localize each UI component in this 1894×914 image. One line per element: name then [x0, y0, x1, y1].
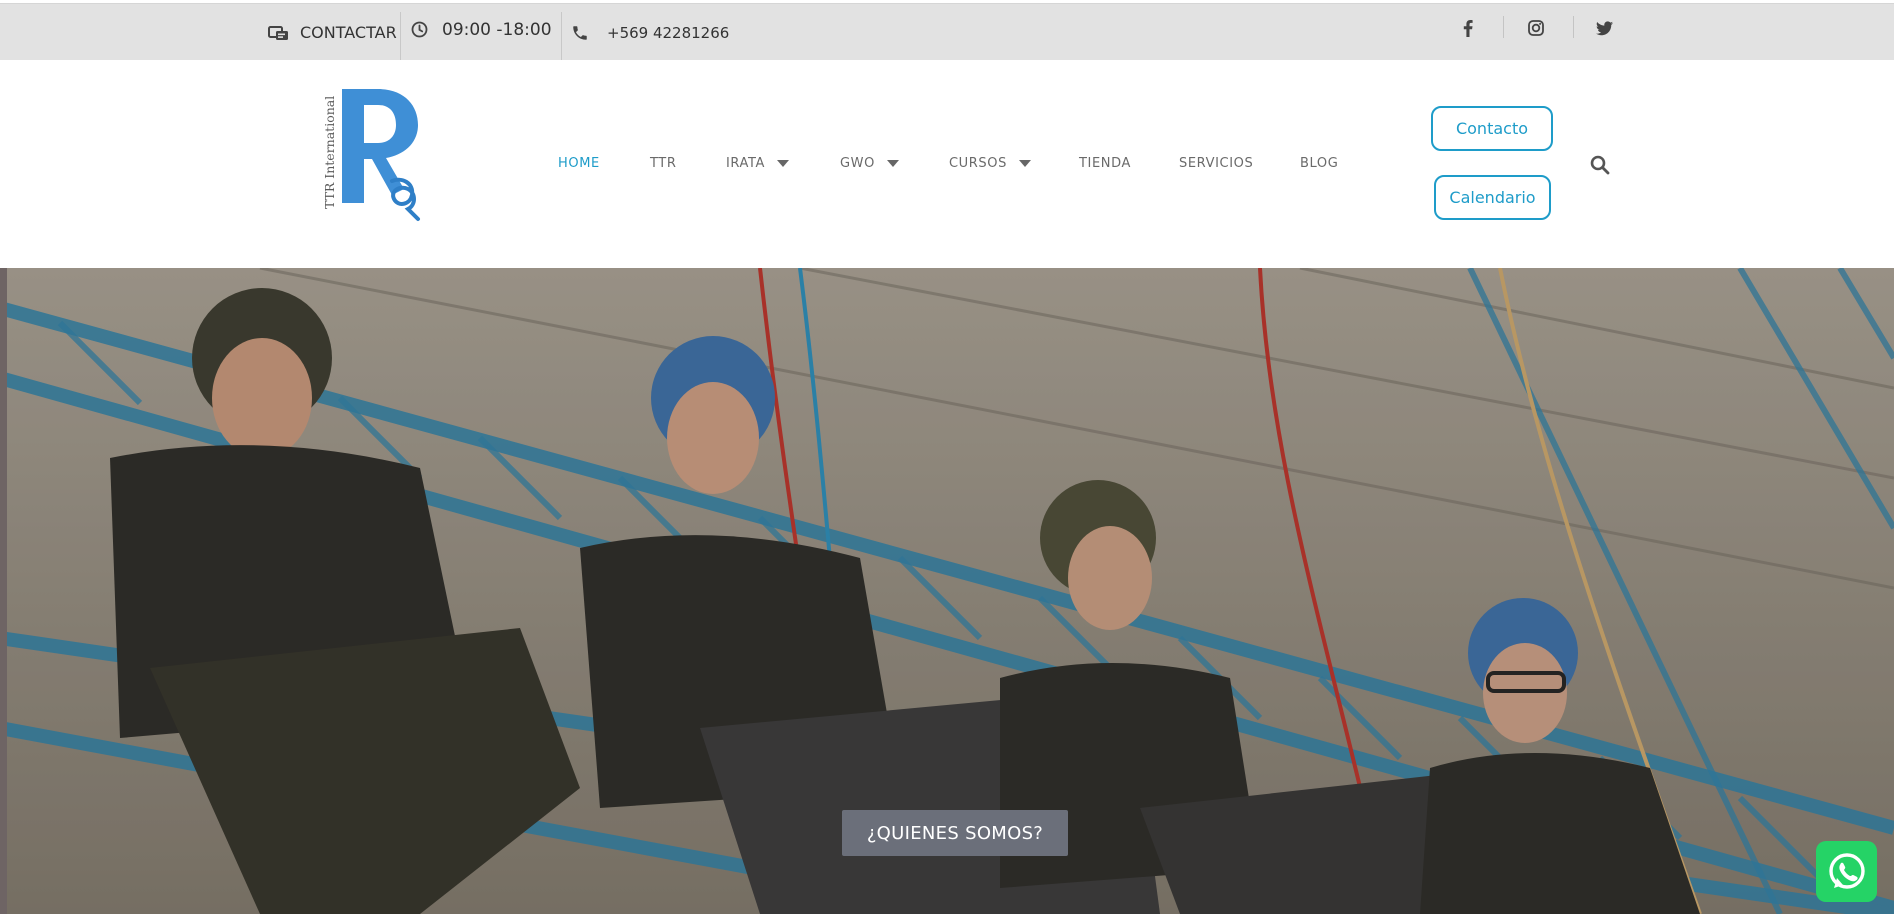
- svg-text:TTR International: TTR International: [322, 96, 337, 209]
- whatsapp-icon[interactable]: [1816, 841, 1877, 902]
- hours-text: 09:00 -18:00: [442, 19, 552, 40]
- nav-blog[interactable]: BLOG: [1300, 148, 1338, 178]
- hours-item: 09:00 -18:00: [411, 1, 552, 58]
- divider: [400, 12, 401, 60]
- search-icon[interactable]: [1590, 155, 1612, 177]
- chevron-down-icon: [1018, 159, 1031, 167]
- hero-edge: [0, 268, 7, 914]
- nav-label: GWO: [840, 155, 875, 171]
- chevron-down-icon: [777, 159, 790, 167]
- contact-card-icon: [268, 24, 290, 42]
- facebook-icon[interactable]: [1456, 14, 1480, 42]
- twitter-icon[interactable]: [1592, 14, 1616, 42]
- calendario-button[interactable]: Calendario: [1434, 175, 1551, 220]
- button-label: ¿QUIENES SOMOS?: [866, 822, 1044, 844]
- nav-ttr[interactable]: TTR: [650, 148, 677, 178]
- clock-icon: [411, 21, 428, 38]
- nav-label: BLOG: [1300, 155, 1339, 171]
- divider: [561, 12, 562, 60]
- nav-label: TIENDA: [1079, 155, 1131, 171]
- main-header: TTR International HOME TTR IRATA GWO CUR…: [0, 60, 1894, 268]
- divider: [1503, 16, 1504, 38]
- phone-link[interactable]: +569 42281266: [571, 4, 729, 61]
- nav-label: SERVICIOS: [1179, 155, 1254, 171]
- nav-label: CURSOS: [949, 155, 1007, 171]
- phone-icon: [571, 24, 589, 42]
- nav-cursos[interactable]: CURSOS: [949, 148, 1031, 178]
- contacto-button[interactable]: Contacto: [1431, 106, 1553, 151]
- top-bar: CONTACTAR 09:00 -18:00 +569 42281266: [0, 3, 1894, 61]
- contact-label: CONTACTAR: [300, 23, 397, 42]
- button-label: Calendario: [1449, 188, 1536, 207]
- nav-home[interactable]: HOME: [558, 148, 600, 178]
- nav-label: IRATA: [726, 155, 766, 171]
- divider: [1573, 16, 1574, 38]
- chevron-down-icon: [886, 159, 899, 167]
- button-label: Contacto: [1455, 119, 1529, 138]
- nav-gwo[interactable]: GWO: [840, 148, 899, 178]
- nav-tienda[interactable]: TIENDA: [1079, 148, 1131, 178]
- nav-servicios[interactable]: SERVICIOS: [1179, 148, 1253, 178]
- instagram-icon[interactable]: [1524, 14, 1548, 42]
- quienes-somos-button[interactable]: ¿QUIENES SOMOS?: [842, 810, 1068, 856]
- contact-link[interactable]: CONTACTAR: [268, 4, 397, 61]
- nav-irata[interactable]: IRATA: [726, 148, 790, 178]
- phone-number: +569 42281266: [607, 23, 730, 42]
- nav-label: HOME: [558, 155, 600, 171]
- hero-banner: ¿QUIENES SOMOS?: [0, 268, 1894, 914]
- site-logo[interactable]: TTR International: [320, 85, 435, 225]
- nav-label: TTR: [650, 155, 677, 171]
